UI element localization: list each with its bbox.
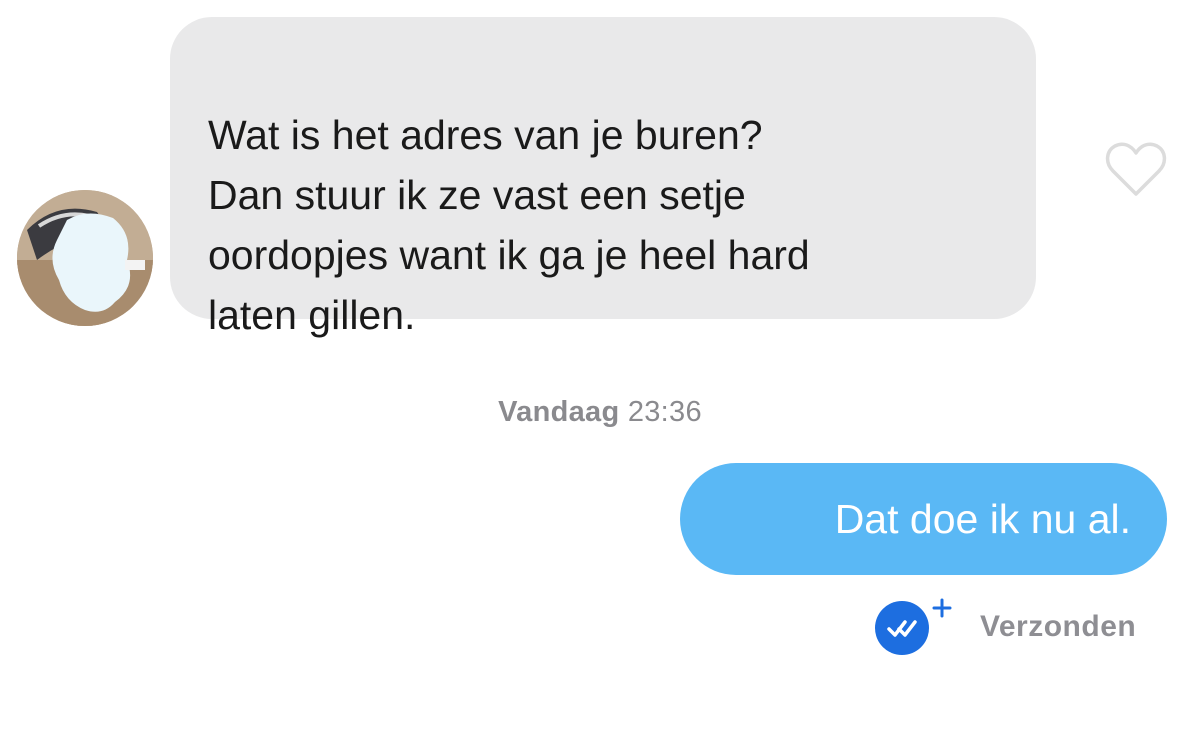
outgoing-message-bubble[interactable]: Dat doe ik nu al. — [680, 463, 1167, 575]
avatar[interactable] — [17, 190, 153, 326]
double-check-plus-icon — [872, 598, 956, 658]
outgoing-message-text: Dat doe ik nu al. — [834, 496, 1131, 542]
message-timestamp: Vandaag 23:36 — [0, 396, 1200, 429]
chat-screen: Wat is het adres van je buren? Dan stuur… — [0, 0, 1200, 748]
timestamp-day: Vandaag — [498, 396, 620, 428]
incoming-message-bubble[interactable]: Wat is het adres van je buren? Dan stuur… — [170, 17, 1036, 338]
timestamp-time: 23:36 — [627, 396, 702, 428]
heart-outline-icon[interactable] — [1103, 140, 1169, 200]
message-status-label: Verzonden — [980, 610, 1137, 643]
incoming-message-text: Wat is het adres van je buren? Dan stuur… — [208, 112, 810, 338]
